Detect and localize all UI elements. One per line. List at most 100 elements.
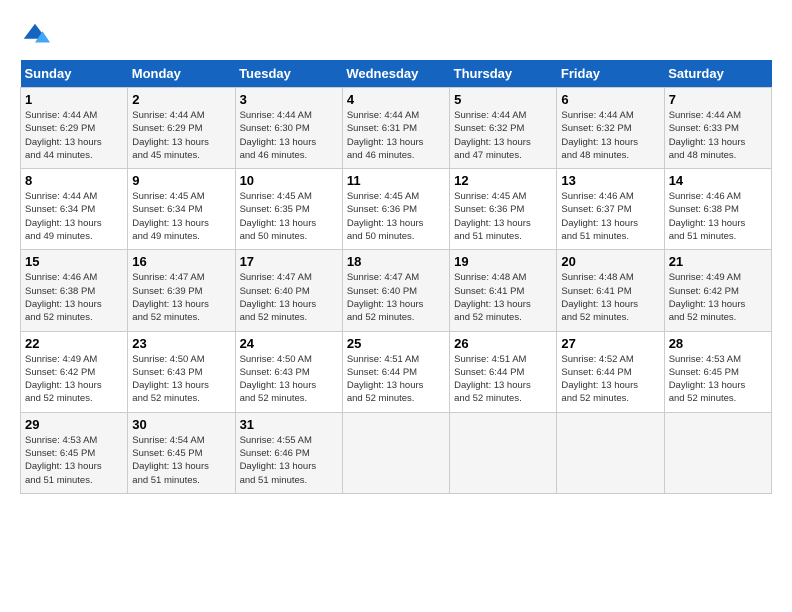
column-header-tuesday: Tuesday [235,60,342,88]
day-number: 6 [561,92,659,107]
calendar-cell: 16Sunrise: 4:47 AM Sunset: 6:39 PM Dayli… [128,250,235,331]
calendar-cell: 30 Sunrise: 4:54 AM Sunset: 6:45 PM Dayli… [128,412,235,493]
column-header-thursday: Thursday [450,60,557,88]
calendar-cell: 27Sunrise: 4:52 AM Sunset: 6:44 PM Dayli… [557,331,664,412]
day-info: Sunrise: 4:44 AM Sunset: 6:32 PM Dayligh… [454,109,552,162]
day-number: 19 [454,254,552,269]
day-number: 18 [347,254,445,269]
calendar-cell: 8Sunrise: 4:44 AM Sunset: 6:34 PM Daylig… [21,169,128,250]
day-number: 2 [132,92,230,107]
page-header [20,20,772,50]
day-number: 26 [454,336,552,351]
calendar-cell: 10Sunrise: 4:45 AM Sunset: 6:35 PM Dayli… [235,169,342,250]
logo [20,20,56,50]
day-info: Sunrise: 4:44 AM Sunset: 6:31 PM Dayligh… [347,109,445,162]
day-info: Sunrise: 4:46 AM Sunset: 6:37 PM Dayligh… [561,190,659,243]
day-number: 11 [347,173,445,188]
calendar-cell: 22 Sunrise: 4:49 AM Sunset: 6:42 PM Dayli… [21,331,128,412]
day-info: Sunrise: 4:49 AM Sunset: 6:42 PM Dayligh… [25,353,123,406]
day-number: 29 [25,417,123,432]
calendar-cell [664,412,771,493]
day-info: Sunrise: 4:53 AM Sunset: 6:45 PM Dayligh… [25,434,123,487]
day-number: 28 [669,336,767,351]
day-number: 30 [132,417,230,432]
column-header-wednesday: Wednesday [342,60,449,88]
day-number: 16 [132,254,230,269]
calendar-week-5: 29 Sunrise: 4:53 AM Sunset: 6:45 PM Dayli… [21,412,772,493]
day-info: Sunrise: 4:54 AM Sunset: 6:45 PM Dayligh… [132,434,230,487]
day-info: Sunrise: 4:46 AM Sunset: 6:38 PM Dayligh… [25,271,123,324]
calendar-week-4: 22 Sunrise: 4:49 AM Sunset: 6:42 PM Dayli… [21,331,772,412]
day-number: 10 [240,173,338,188]
column-header-saturday: Saturday [664,60,771,88]
day-number: 7 [669,92,767,107]
column-header-sunday: Sunday [21,60,128,88]
calendar-cell: 2 Sunrise: 4:44 AM Sunset: 6:29 PM Daylig… [128,88,235,169]
calendar-cell: 23 Sunrise: 4:50 AM Sunset: 6:43 PM Dayli… [128,331,235,412]
calendar-cell [557,412,664,493]
day-info: Sunrise: 4:45 AM Sunset: 6:36 PM Dayligh… [347,190,445,243]
day-info: Sunrise: 4:44 AM Sunset: 6:32 PM Dayligh… [561,109,659,162]
day-info: Sunrise: 4:46 AM Sunset: 6:38 PM Dayligh… [669,190,767,243]
calendar-cell: 26 Sunrise: 4:51 AM Sunset: 6:44 PM Dayli… [450,331,557,412]
day-info: Sunrise: 4:47 AM Sunset: 6:40 PM Dayligh… [347,271,445,324]
calendar-cell: 1Sunrise: 4:44 AM Sunset: 6:29 PM Daylig… [21,88,128,169]
calendar-header-row: SundayMondayTuesdayWednesdayThursdayFrid… [21,60,772,88]
calendar-cell: 9 Sunrise: 4:45 AM Sunset: 6:34 PM Daylig… [128,169,235,250]
day-info: Sunrise: 4:47 AM Sunset: 6:40 PM Dayligh… [240,271,338,324]
day-number: 14 [669,173,767,188]
day-info: Sunrise: 4:44 AM Sunset: 6:30 PM Dayligh… [240,109,338,162]
day-info: Sunrise: 4:55 AM Sunset: 6:46 PM Dayligh… [240,434,338,487]
day-info: Sunrise: 4:48 AM Sunset: 6:41 PM Dayligh… [561,271,659,324]
calendar-cell: 5 Sunrise: 4:44 AM Sunset: 6:32 PM Daylig… [450,88,557,169]
day-info: Sunrise: 4:53 AM Sunset: 6:45 PM Dayligh… [669,353,767,406]
calendar-cell: 21Sunrise: 4:49 AM Sunset: 6:42 PM Dayli… [664,250,771,331]
calendar-cell: 28 Sunrise: 4:53 AM Sunset: 6:45 PM Dayli… [664,331,771,412]
day-info: Sunrise: 4:44 AM Sunset: 6:33 PM Dayligh… [669,109,767,162]
day-number: 8 [25,173,123,188]
day-number: 20 [561,254,659,269]
calendar-cell: 18 Sunrise: 4:47 AM Sunset: 6:40 PM Dayli… [342,250,449,331]
day-number: 31 [240,417,338,432]
day-number: 3 [240,92,338,107]
day-number: 9 [132,173,230,188]
day-number: 17 [240,254,338,269]
day-number: 4 [347,92,445,107]
calendar-cell: 4 Sunrise: 4:44 AM Sunset: 6:31 PM Daylig… [342,88,449,169]
calendar-cell: 31 Sunrise: 4:55 AM Sunset: 6:46 PM Dayli… [235,412,342,493]
logo-icon [20,20,50,50]
calendar-cell [342,412,449,493]
calendar-week-1: 1 Sunrise: 4:44 AM Sunset: 6:29 PM Daylig… [21,88,772,169]
day-info: Sunrise: 4:51 AM Sunset: 6:44 PM Dayligh… [454,353,552,406]
day-number: 1 [25,92,123,107]
day-info: Sunrise: 4:44 AM Sunset: 6:29 PM Dayligh… [132,109,230,162]
calendar-cell: 24Sunrise: 4:50 AM Sunset: 6:43 PM Dayli… [235,331,342,412]
calendar-cell: 12 Sunrise: 4:45 AM Sunset: 6:36 PM Dayli… [450,169,557,250]
calendar-cell: 29 Sunrise: 4:53 AM Sunset: 6:45 PM Dayli… [21,412,128,493]
day-info: Sunrise: 4:48 AM Sunset: 6:41 PM Dayligh… [454,271,552,324]
day-info: Sunrise: 4:45 AM Sunset: 6:34 PM Dayligh… [132,190,230,243]
day-info: Sunrise: 4:49 AM Sunset: 6:42 PM Dayligh… [669,271,767,324]
day-info: Sunrise: 4:45 AM Sunset: 6:36 PM Dayligh… [454,190,552,243]
calendar-week-2: 8Sunrise: 4:44 AM Sunset: 6:34 PM Daylig… [21,169,772,250]
day-info: Sunrise: 4:50 AM Sunset: 6:43 PM Dayligh… [132,353,230,406]
calendar-cell: 11 Sunrise: 4:45 AM Sunset: 6:36 PM Dayli… [342,169,449,250]
calendar-cell: 15Sunrise: 4:46 AM Sunset: 6:38 PM Dayli… [21,250,128,331]
day-number: 22 [25,336,123,351]
calendar-table: SundayMondayTuesdayWednesdayThursdayFrid… [20,60,772,494]
day-number: 23 [132,336,230,351]
day-number: 27 [561,336,659,351]
day-info: Sunrise: 4:50 AM Sunset: 6:43 PM Dayligh… [240,353,338,406]
calendar-week-3: 15Sunrise: 4:46 AM Sunset: 6:38 PM Dayli… [21,250,772,331]
calendar-cell: 14 Sunrise: 4:46 AM Sunset: 6:38 PM Dayli… [664,169,771,250]
column-header-friday: Friday [557,60,664,88]
day-number: 13 [561,173,659,188]
calendar-cell [450,412,557,493]
calendar-cell: 7 Sunrise: 4:44 AM Sunset: 6:33 PM Daylig… [664,88,771,169]
calendar-cell: 6 Sunrise: 4:44 AM Sunset: 6:32 PM Daylig… [557,88,664,169]
column-header-monday: Monday [128,60,235,88]
day-number: 5 [454,92,552,107]
calendar-cell: 19 Sunrise: 4:48 AM Sunset: 6:41 PM Dayli… [450,250,557,331]
day-number: 12 [454,173,552,188]
day-info: Sunrise: 4:51 AM Sunset: 6:44 PM Dayligh… [347,353,445,406]
